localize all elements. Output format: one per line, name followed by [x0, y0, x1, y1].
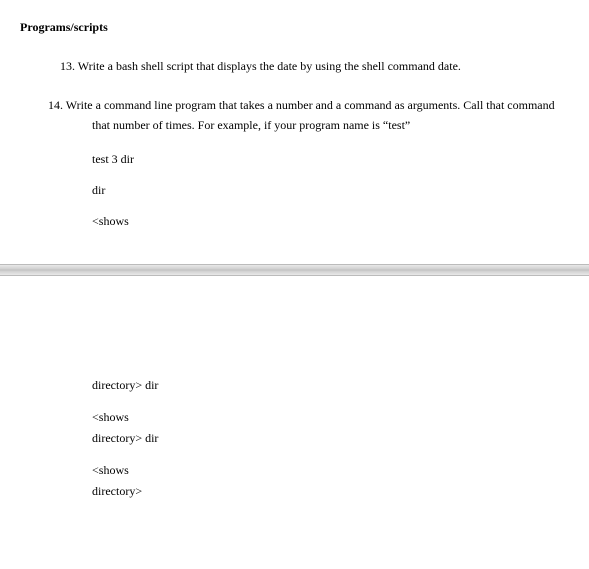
- q13-number: 13.: [60, 59, 75, 73]
- code-shows-1: <shows: [92, 214, 569, 229]
- question-14: 14. Write a command line program that ta…: [20, 95, 569, 229]
- q14-line1: 14. Write a command line program that ta…: [48, 95, 569, 115]
- section-heading: Programs/scripts: [20, 20, 569, 35]
- code-test-3-dir: test 3 dir: [92, 152, 569, 167]
- code-directory-dir-2: directory> dir: [92, 429, 569, 447]
- q14-line2: that number of times. For example, if yo…: [92, 115, 569, 135]
- code-dir: dir: [92, 183, 569, 198]
- page-2: directory> dir <shows directory> dir <sh…: [0, 276, 589, 520]
- page-1: Programs/scripts 13. Write a bash shell …: [0, 0, 589, 264]
- code-shows-2: <shows: [92, 410, 569, 425]
- q14-number: 14.: [48, 98, 63, 112]
- code-shows-3: <shows: [92, 463, 569, 478]
- page-break: [0, 264, 589, 276]
- code-directory-dir-1: directory> dir: [92, 376, 569, 394]
- q14-text-line1: Write a command line program that takes …: [66, 98, 555, 112]
- code-directory-3: directory>: [92, 482, 569, 500]
- q13-text: Write a bash shell script that displays …: [78, 59, 461, 73]
- question-13: 13. Write a bash shell script that displ…: [60, 57, 569, 75]
